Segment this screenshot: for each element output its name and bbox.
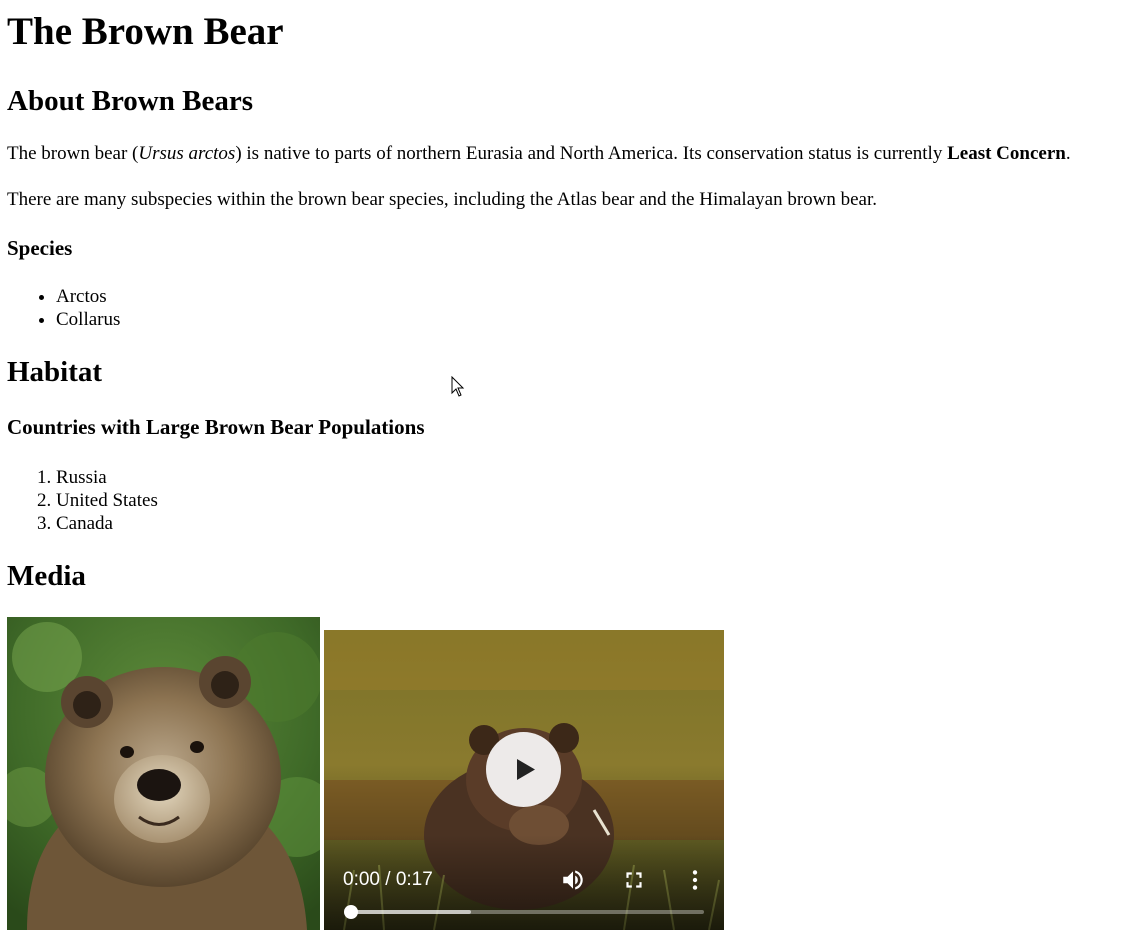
list-item: Russia: [56, 466, 158, 489]
intro-text-end: .: [1065, 143, 1071, 164]
intro-text-start: The brown bear (: [7, 143, 139, 164]
habitat-heading: Habitat: [7, 356, 103, 388]
species-heading: Species: [7, 236, 73, 260]
list-item: Canada: [56, 512, 158, 535]
mouse-cursor-icon: [451, 376, 465, 397]
progress-thumb[interactable]: [344, 905, 358, 919]
about-heading: About Brown Bears: [7, 85, 253, 117]
subspecies-paragraph: There are many subspecies within the bro…: [7, 189, 878, 210]
page-title: The Brown Bear: [7, 10, 284, 53]
play-button[interactable]: [486, 732, 561, 807]
video-time: 0:00 / 0:17: [343, 869, 433, 890]
grizzly-bear-photo: [7, 617, 320, 930]
play-icon: [517, 759, 535, 780]
countries-heading: Countries with Large Brown Bear Populati…: [7, 415, 425, 439]
list-item: Arctos: [56, 285, 120, 308]
latin-name: Ursus arctos: [138, 143, 236, 164]
species-list: Arctos Collarus: [7, 285, 120, 331]
intro-paragraph: The brown bear (Ursus arctos) is native …: [7, 143, 1071, 165]
more-vertical-icon[interactable]: [682, 867, 708, 893]
volume-icon[interactable]: [560, 867, 586, 893]
countries-list: Russia United States Canada: [7, 466, 158, 535]
video-progress-bar[interactable]: [351, 910, 704, 914]
list-item: United States: [56, 489, 158, 512]
conservation-status: Least Concern: [947, 143, 1066, 164]
buffered-bar: [351, 910, 471, 914]
fullscreen-icon[interactable]: [621, 867, 647, 893]
media-heading: Media: [7, 560, 86, 592]
list-item: Collarus: [56, 308, 120, 331]
bear-video-player[interactable]: 0:00 / 0:17: [324, 630, 724, 930]
intro-text-middle: ) is native to parts of northern Eurasia…: [235, 143, 948, 164]
